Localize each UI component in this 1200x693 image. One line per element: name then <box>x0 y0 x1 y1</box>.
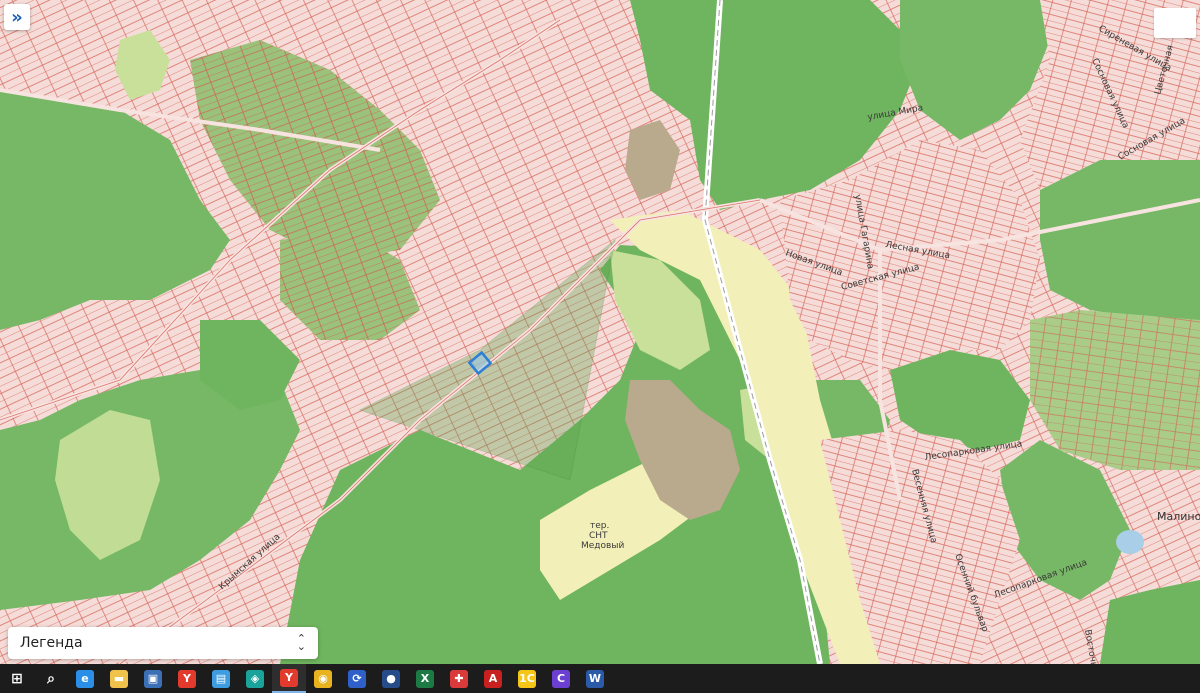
chevron-up-down-icon: ⌃ ⌄ <box>296 632 306 653</box>
chrome-icon: ◉ <box>314 669 332 688</box>
place-label-snt: тер. <box>590 521 609 531</box>
taskbar-item[interactable]: ◉ <box>306 664 340 693</box>
taskbar-item[interactable]: X <box>408 664 442 693</box>
map-canvas[interactable]: Крымская улица улица Мира улица Гагарина… <box>0 0 1200 664</box>
taskbar-item[interactable]: ⌕ <box>34 664 68 693</box>
legend-dropdown[interactable]: Легенда ⌃ ⌄ <box>8 627 318 659</box>
taskbar-item[interactable]: ● <box>374 664 408 693</box>
place-label-snt: СНТ <box>589 531 608 541</box>
lake <box>1116 530 1144 554</box>
app-teal-icon: ◈ <box>246 669 264 688</box>
excel-icon: X <box>416 669 434 688</box>
app-grid-icon: ✚ <box>450 669 468 688</box>
app-blue-icon: ▤ <box>212 669 230 688</box>
acrobat-icon: A <box>484 669 502 688</box>
taskbar-item[interactable]: ⊞ <box>0 664 34 693</box>
taskbar-item[interactable]: Y <box>272 664 306 693</box>
double-chevron-right-icon: » <box>11 6 23 28</box>
edge-icon: e <box>76 669 94 688</box>
app-c-icon: C <box>552 669 570 688</box>
word-icon: W <box>586 669 604 688</box>
taskbar-item[interactable]: C <box>544 664 578 693</box>
file-explorer-icon: ▬ <box>110 669 128 688</box>
windows-taskbar: ⊞ ⌕ e ▬ ▣ Y ▤ ◈ Y ◉ ⟳ ● X ✚ A 1С C W <box>0 664 1200 693</box>
taskbar-item[interactable]: ⟳ <box>340 664 374 693</box>
map-control-box[interactable] <box>1154 8 1196 38</box>
place-label-malino: Малино <box>1157 510 1200 523</box>
taskbar-item[interactable]: ▣ <box>136 664 170 693</box>
search-icon: ⌕ <box>47 670 55 687</box>
taskbar-item[interactable]: 1С <box>510 664 544 693</box>
app-orb-icon: ● <box>382 669 400 688</box>
floppy-icon: ▣ <box>144 669 162 688</box>
legend-label: Легенда <box>20 635 83 651</box>
yandex-browser-icon: Y <box>178 669 196 688</box>
1c-icon: 1С <box>518 669 536 688</box>
yandex-browser-active-icon: Y <box>280 668 298 687</box>
taskbar-item[interactable]: Y <box>170 664 204 693</box>
taskbar-item[interactable]: A <box>476 664 510 693</box>
taskbar-item[interactable]: ◈ <box>238 664 272 693</box>
place-label-snt: Медовый <box>581 541 624 551</box>
taskbar-item[interactable]: W <box>578 664 612 693</box>
expand-panel-button[interactable]: » <box>4 4 30 30</box>
app-sync-icon: ⟳ <box>348 669 366 688</box>
taskbar-item[interactable]: ▬ <box>102 664 136 693</box>
taskbar-item[interactable]: ✚ <box>442 664 476 693</box>
windows-start-icon: ⊞ <box>11 670 23 687</box>
taskbar-item[interactable]: e <box>68 664 102 693</box>
taskbar-item[interactable]: ▤ <box>204 664 238 693</box>
